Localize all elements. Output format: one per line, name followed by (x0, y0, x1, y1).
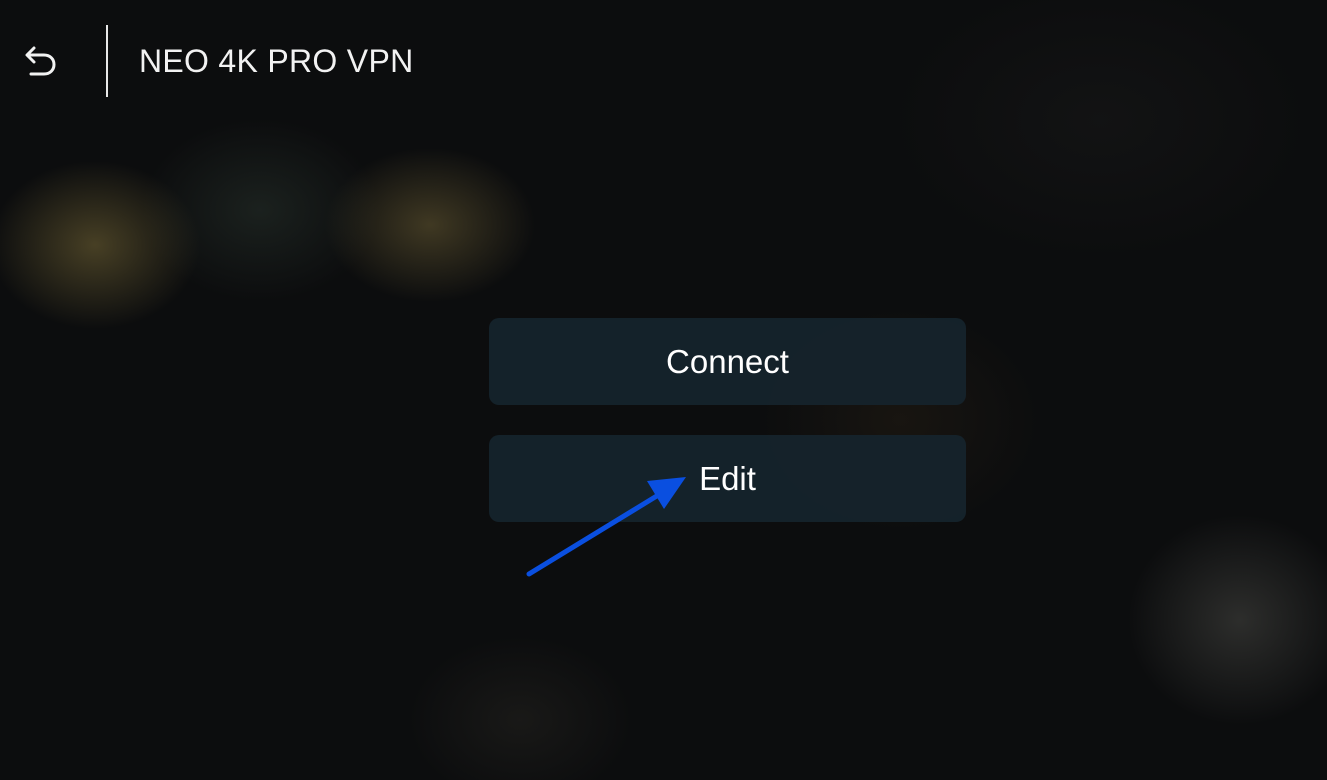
top-bar: NEO 4K PRO VPN (0, 0, 1327, 125)
connect-button[interactable]: Connect (489, 318, 966, 405)
edit-button-label: Edit (699, 459, 756, 497)
screen: NEO 4K PRO VPN Connect Edit (0, 0, 1327, 780)
edit-button[interactable]: Edit (489, 435, 966, 522)
page-title: NEO 4K PRO VPN (139, 43, 414, 79)
back-button[interactable] (18, 40, 64, 86)
connect-button-label: Connect (666, 342, 789, 380)
back-arrow-icon (22, 42, 60, 85)
header-divider (106, 25, 108, 97)
